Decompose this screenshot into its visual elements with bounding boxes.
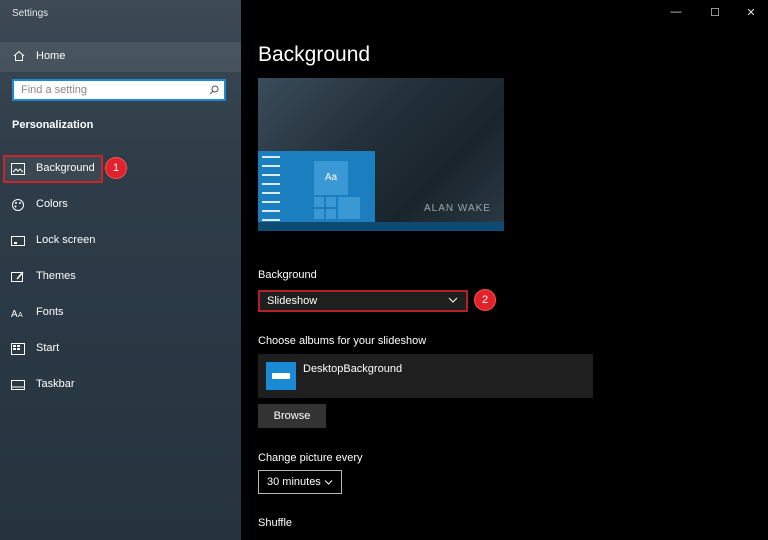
albums-label: Choose albums for your slideshow bbox=[258, 335, 427, 347]
page-title: Background bbox=[258, 43, 371, 66]
home-nav-item[interactable]: Home bbox=[0, 42, 241, 72]
sidebar-item-label: Fonts bbox=[36, 306, 64, 318]
preview-app-list bbox=[262, 156, 282, 228]
sidebar-item-colors[interactable]: Colors bbox=[0, 190, 241, 220]
search-icon[interactable] bbox=[209, 85, 219, 95]
sidebar-item-label: Taskbar bbox=[36, 378, 75, 390]
chevron-down-icon bbox=[448, 297, 458, 303]
themes-icon bbox=[11, 271, 24, 282]
search-input[interactable]: Find a setting bbox=[12, 79, 226, 101]
change-picture-value: 30 minutes bbox=[267, 476, 321, 488]
background-preview: Aa ALAN WAKE bbox=[258, 78, 504, 231]
minimize-button[interactable]: — bbox=[668, 6, 684, 18]
image-icon bbox=[11, 163, 25, 175]
album-item[interactable]: DesktopBackground bbox=[258, 354, 593, 398]
sidebar-item-label: Background bbox=[36, 162, 95, 174]
album-name: DesktopBackground bbox=[303, 363, 403, 375]
close-button[interactable]: ✕ bbox=[743, 6, 759, 19]
sidebar-item-label: Themes bbox=[36, 270, 76, 282]
main-panel: — ☐ ✕ Background Aa ALAN WAKE Background… bbox=[241, 0, 768, 540]
background-label: Background bbox=[258, 269, 317, 281]
preview-logo-text: ALAN WAKE bbox=[424, 203, 491, 214]
home-icon bbox=[13, 50, 25, 61]
sidebar-item-label: Start bbox=[36, 342, 60, 354]
palette-icon bbox=[12, 199, 24, 211]
preview-tile: Aa bbox=[314, 161, 348, 195]
preview-taskbar bbox=[258, 222, 504, 231]
annotation-badge-2: 2 bbox=[475, 290, 495, 310]
search-placeholder: Find a setting bbox=[21, 84, 88, 96]
sidebar-item-label: Lock screen bbox=[36, 234, 96, 246]
change-picture-select[interactable]: 30 minutes bbox=[258, 470, 342, 494]
preview-small-tiles bbox=[314, 197, 374, 225]
taskbar-icon bbox=[11, 380, 25, 390]
sidebar-item-fonts[interactable]: A A Fonts bbox=[0, 298, 241, 328]
sidebar-item-start[interactable]: Start bbox=[0, 334, 241, 364]
start-icon bbox=[11, 343, 25, 355]
svg-text:A: A bbox=[18, 312, 23, 319]
svg-text:A: A bbox=[11, 309, 18, 319]
lock-screen-icon bbox=[11, 236, 25, 246]
sidebar-item-lock-screen[interactable]: Lock screen bbox=[0, 226, 241, 256]
album-icon bbox=[266, 362, 296, 390]
change-picture-label: Change picture every bbox=[258, 452, 363, 464]
sidebar-item-label: Colors bbox=[36, 198, 68, 210]
background-dropdown-value: Slideshow bbox=[267, 295, 318, 307]
shuffle-label: Shuffle bbox=[258, 517, 293, 529]
browse-button[interactable]: Browse bbox=[258, 404, 326, 428]
maximize-button[interactable]: ☐ bbox=[707, 6, 723, 19]
section-title: Personalization bbox=[12, 119, 94, 131]
fonts-icon: A A bbox=[11, 309, 23, 319]
annotation-badge-1: 1 bbox=[106, 158, 126, 178]
home-label: Home bbox=[36, 50, 66, 62]
sidebar: Settings Home Find a setting Personaliza… bbox=[0, 0, 241, 540]
chevron-down-icon bbox=[324, 480, 333, 485]
sidebar-item-themes[interactable]: Themes bbox=[0, 262, 241, 292]
window-title: Settings bbox=[12, 8, 49, 19]
background-dropdown[interactable]: Slideshow bbox=[258, 290, 468, 312]
preview-start-menu: Aa bbox=[258, 151, 375, 231]
sidebar-item-taskbar[interactable]: Taskbar bbox=[0, 370, 241, 400]
